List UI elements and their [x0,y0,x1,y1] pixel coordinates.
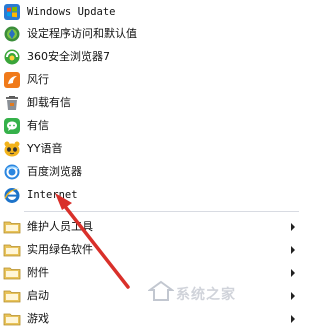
folder-label: 游戏 [27,312,49,325]
menu-item-funshion[interactable]: 风行 [0,69,299,91]
folder-label: 启动 [27,289,49,302]
menu-item-label: 360安全浏览器7 [27,50,110,63]
menu-item-uninstall-youxin[interactable]: 卸载有信 [0,92,299,114]
menu-item-youxin[interactable]: 有信 [0,115,299,137]
funshion-icon [4,72,20,88]
menu-item-yy-voice[interactable]: YY语音 [0,138,299,160]
menu-item-internet[interactable]: Internet [0,184,299,206]
folder-icon [3,221,21,234]
folder-maintenance-tools[interactable]: 维护人员工具 [0,216,299,238]
menu-separator [24,211,299,212]
watermark-text: 系统之家 [176,287,236,303]
folder-icon [3,244,21,257]
folder-label: 附件 [27,266,49,279]
submenu-arrow-icon [291,223,295,231]
menu-item-label: 有信 [27,119,49,132]
menu-item-label: 卸载有信 [27,96,71,109]
folder-label: 维护人员工具 [27,220,93,233]
yy-voice-icon [4,141,20,157]
menu-item-label: Internet [27,189,78,201]
folder-green-software[interactable]: 实用绿色软件 [0,239,299,261]
folder-icon [3,267,21,280]
baidu-browser-icon [4,164,20,180]
windows-update-icon [4,4,20,20]
default-programs-icon [4,26,20,42]
menu-item-label: Windows Update [27,6,116,18]
folder-games[interactable]: 游戏 [0,308,299,330]
menu-item-windows-update[interactable]: Windows Update [0,1,299,23]
start-menu-all-programs: Windows Update 设定程序访问和默认值 360安全浏览器7 风行 卸… [0,0,299,326]
menu-item-360-browser[interactable]: 360安全浏览器7 [0,46,299,68]
watermark-logo-icon [148,280,174,301]
menu-item-label: 风行 [27,73,49,86]
submenu-arrow-icon [291,315,295,323]
youxin-icon [4,118,20,134]
internet-explorer-icon [4,188,20,203]
uninstall-icon [6,96,18,110]
folder-label: 实用绿色软件 [27,243,93,256]
menu-item-default-programs[interactable]: 设定程序访问和默认值 [0,23,299,45]
menu-item-label: 百度浏览器 [27,165,82,178]
submenu-arrow-icon [291,292,295,300]
menu-item-label: 设定程序访问和默认值 [27,27,137,40]
submenu-arrow-icon [291,269,295,277]
menu-item-label: YY语音 [27,142,63,155]
folder-icon [3,313,21,326]
menu-item-baidu-browser[interactable]: 百度浏览器 [0,161,299,183]
360-browser-icon [4,49,20,65]
folder-icon [3,290,21,303]
submenu-arrow-icon [291,246,295,254]
